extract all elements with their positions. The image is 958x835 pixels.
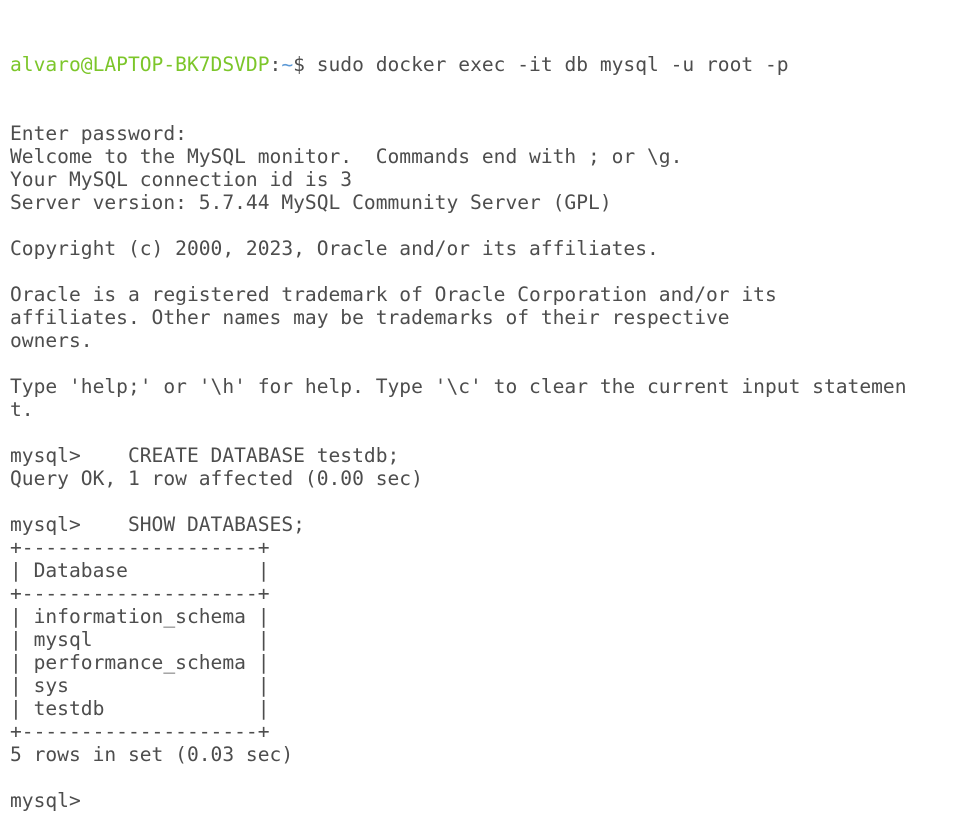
terminal-output-line: Copyright (c) 2000, 2023, Oracle and/or …	[10, 237, 659, 260]
prompt-command: sudo docker exec -it db mysql -u root -p	[304, 53, 789, 76]
terminal-output-line: | Database |	[10, 559, 270, 582]
shell-prompt-line: alvaro@LAPTOP-BK7DSVDP:~$ sudo docker ex…	[10, 53, 950, 76]
prompt-separator: :	[269, 53, 282, 76]
terminal-output-line: Query OK, 1 row affected (0.00 sec)	[10, 467, 423, 490]
terminal-output-line: +--------------------+	[10, 536, 270, 559]
terminal-output-line: | mysql |	[10, 628, 270, 651]
terminal-output-line: 5 rows in set (0.03 sec)	[10, 743, 294, 766]
terminal-output-line: Your MySQL connection id is 3	[10, 168, 353, 191]
terminal-output-line: +--------------------+	[10, 720, 270, 743]
terminal-output-line: mysql> SHOW DATABASES;	[10, 513, 305, 536]
prompt-symbol: $	[293, 53, 305, 76]
prompt-path: ~	[281, 53, 294, 76]
terminal-output-line: | performance_schema |	[10, 651, 270, 674]
terminal-output-line: Type 'help;' or '\h' for help. Type '\c'…	[10, 375, 907, 398]
mysql-input-prompt[interactable]: mysql>	[10, 789, 950, 812]
terminal-output-line: mysql> CREATE DATABASE testdb;	[10, 444, 400, 467]
terminal-output-line: +--------------------+	[10, 582, 270, 605]
terminal-output-line: affiliates. Other names may be trademark…	[10, 306, 730, 329]
prompt-user-host: alvaro@LAPTOP-BK7DSVDP	[10, 53, 270, 76]
terminal-output-line: | information_schema |	[10, 605, 270, 628]
terminal-output-line: Enter password:	[10, 122, 187, 145]
terminal-output-line: Server version: 5.7.44 MySQL Community S…	[10, 191, 612, 214]
terminal-output: Enter password: Welcome to the MySQL moni…	[10, 122, 950, 812]
terminal-output-line: Welcome to the MySQL monitor. Commands e…	[10, 145, 683, 168]
terminal-window[interactable]: alvaro@LAPTOP-BK7DSVDP:~$ sudo docker ex…	[10, 7, 950, 835]
terminal-output-line: | sys |	[10, 674, 270, 697]
terminal-output-line: Oracle is a registered trademark of Orac…	[10, 283, 777, 306]
terminal-output-line: owners.	[10, 329, 93, 352]
terminal-output-line: | testdb |	[10, 697, 270, 720]
terminal-output-line: t.	[10, 398, 34, 421]
